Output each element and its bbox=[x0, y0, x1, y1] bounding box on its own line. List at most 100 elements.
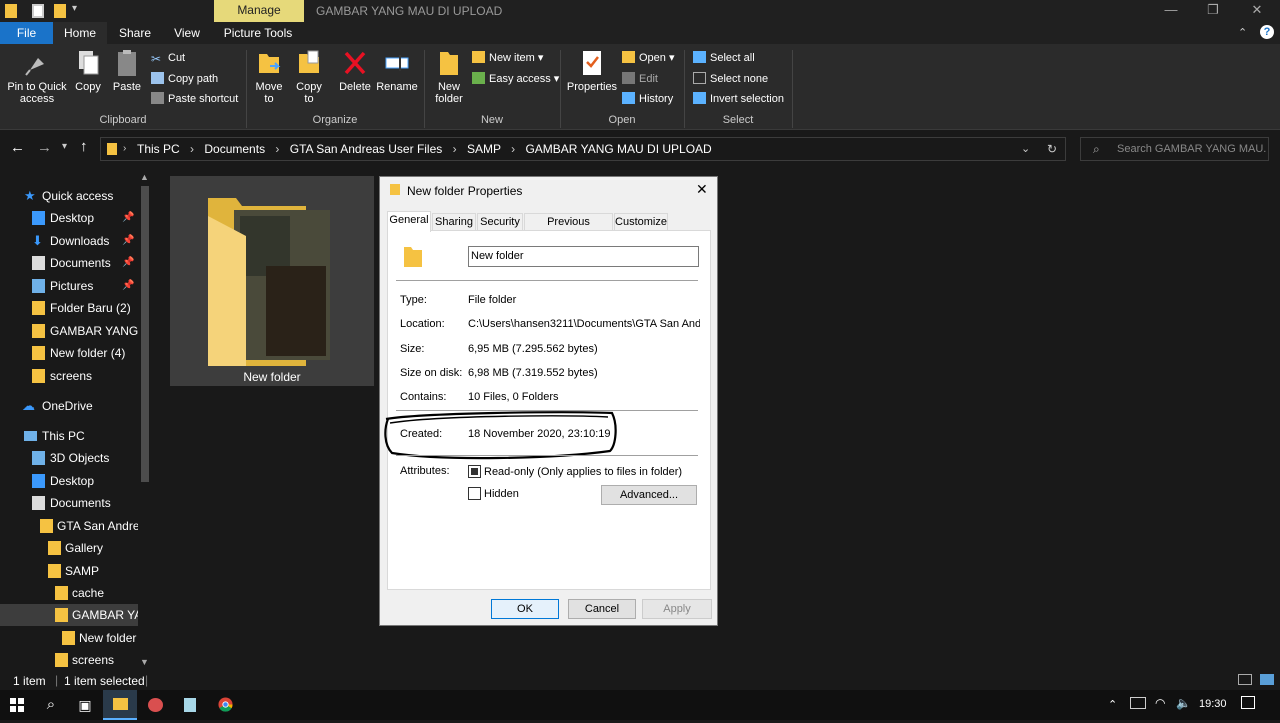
new-folder-button[interactable]: New folder bbox=[430, 48, 468, 105]
nav-item-folder[interactable]: New folder bbox=[0, 627, 138, 649]
nav-item-folder[interactable]: cache bbox=[0, 582, 138, 604]
nav-item-downloads[interactable]: ⬇ Downloads 📌 bbox=[0, 230, 138, 252]
rename-button[interactable]: Rename bbox=[376, 48, 418, 93]
nav-item-documents[interactable]: Documents 📌 bbox=[0, 252, 138, 274]
back-arrow-icon[interactable]: ← bbox=[10, 139, 25, 156]
breadcrumb-item[interactable]: This PC bbox=[137, 142, 180, 156]
breadcrumb-item[interactable]: SAMP bbox=[467, 142, 501, 156]
copy-path-button[interactable]: Copy path bbox=[151, 70, 218, 88]
chevron-down-icon[interactable]: ⌄ bbox=[1021, 142, 1030, 155]
network-icon[interactable]: ◠ bbox=[1155, 696, 1165, 710]
clock-time[interactable]: 19:30 bbox=[1199, 698, 1227, 710]
task-view-icon[interactable]: ▣ bbox=[68, 690, 102, 720]
maximize-button[interactable]: ❐ bbox=[1190, 0, 1236, 22]
notes-taskbar-button[interactable] bbox=[173, 690, 207, 720]
properties-button[interactable]: Properties bbox=[565, 48, 619, 93]
hidden-checkbox[interactable] bbox=[468, 487, 481, 500]
tab-share[interactable]: Share bbox=[110, 22, 160, 44]
paste-button[interactable]: Paste bbox=[110, 48, 144, 93]
show-hidden-icons[interactable]: ⌃ bbox=[1108, 698, 1117, 711]
scroll-down-icon[interactable]: ▼ bbox=[140, 657, 149, 667]
search-box[interactable]: ⌕ Search GAMBAR YANG MAU... bbox=[1080, 137, 1269, 161]
cancel-button[interactable]: Cancel bbox=[568, 599, 636, 619]
select-all-button[interactable]: Select all bbox=[693, 49, 755, 67]
open-button[interactable]: Open ▾ bbox=[622, 49, 675, 67]
nav-item-folder[interactable]: New folder (4) bbox=[0, 342, 138, 364]
nav-item-folder[interactable]: screens bbox=[0, 649, 138, 670]
volume-icon[interactable]: 🔈 bbox=[1176, 696, 1191, 710]
advanced-button[interactable]: Advanced... bbox=[601, 485, 697, 505]
copy-button[interactable]: Copy bbox=[72, 48, 104, 93]
tab-customize[interactable]: Customize bbox=[614, 213, 668, 231]
new-item-button[interactable]: New item ▾ bbox=[472, 49, 543, 67]
breadcrumb-item[interactable]: Documents bbox=[204, 142, 265, 156]
ok-button[interactable]: OK bbox=[491, 599, 559, 619]
nav-item-folder-selected[interactable]: GAMBAR YAI bbox=[0, 604, 138, 626]
collapse-ribbon-icon[interactable]: ⌃ bbox=[1238, 26, 1247, 39]
breadcrumb-item[interactable]: GTA San Andreas User Files bbox=[290, 142, 443, 156]
pin-quick-access-button[interactable]: Pin to Quick access bbox=[3, 48, 71, 105]
nav-item-documents[interactable]: Documents bbox=[0, 492, 138, 514]
customize-toolbar-icon[interactable]: ▾ bbox=[72, 3, 77, 14]
breadcrumb-item[interactable]: GAMBAR YANG MAU DI UPLOAD bbox=[525, 142, 711, 156]
recent-locations-icon[interactable]: ▾ bbox=[62, 141, 67, 152]
chrome-taskbar-button[interactable] bbox=[208, 690, 242, 720]
address-bar[interactable]: › This PC › Documents › GTA San Andreas … bbox=[100, 137, 1066, 161]
nav-item-folder[interactable]: GAMBAR YANG M bbox=[0, 320, 138, 342]
move-to-button[interactable]: Move to bbox=[252, 48, 286, 105]
minimize-button[interactable]: — bbox=[1148, 0, 1194, 22]
tab-file[interactable]: File bbox=[0, 22, 53, 44]
close-icon[interactable]: ✕ bbox=[696, 181, 708, 198]
search-input[interactable]: Search GAMBAR YANG MAU... bbox=[1117, 143, 1267, 155]
help-icon[interactable]: ? bbox=[1260, 25, 1274, 39]
scrollbar-thumb[interactable] bbox=[141, 186, 149, 482]
invert-selection-button[interactable]: Invert selection bbox=[693, 90, 784, 108]
notification-center-icon[interactable] bbox=[1241, 696, 1255, 709]
nav-item-folder[interactable]: GTA San Andrea bbox=[0, 515, 138, 537]
details-view-icon[interactable] bbox=[1238, 674, 1252, 685]
tab-security[interactable]: Security bbox=[477, 213, 523, 231]
tab-previous-versions[interactable]: Previous Versions bbox=[524, 213, 613, 245]
nav-item-folder[interactable]: screens bbox=[0, 365, 138, 387]
scroll-up-icon[interactable]: ▲ bbox=[140, 172, 149, 182]
search-icon[interactable]: ⌕ bbox=[34, 690, 68, 720]
tab-home[interactable]: Home bbox=[53, 22, 107, 44]
history-button[interactable]: History bbox=[622, 90, 673, 108]
copy-to-button[interactable]: Copy to bbox=[292, 48, 326, 105]
nav-item-quick-access[interactable]: ★ Quick access bbox=[0, 185, 138, 207]
nav-item-desktop[interactable]: Desktop bbox=[0, 470, 138, 492]
tab-sharing[interactable]: Sharing bbox=[432, 213, 476, 231]
nav-item-folder[interactable]: Gallery bbox=[0, 537, 138, 559]
properties-icon[interactable] bbox=[32, 4, 44, 18]
file-tile[interactable]: New folder bbox=[170, 176, 374, 386]
nav-item-folder[interactable]: SAMP bbox=[0, 560, 138, 582]
nav-item-folder[interactable]: Folder Baru (2) bbox=[0, 297, 138, 319]
readonly-checkbox[interactable] bbox=[468, 465, 481, 478]
nav-item-3d-objects[interactable]: 3D Objects bbox=[0, 447, 138, 469]
new-folder-icon[interactable] bbox=[54, 4, 66, 18]
easy-access-button[interactable]: Easy access ▾ bbox=[472, 70, 559, 88]
app-taskbar-button[interactable] bbox=[138, 690, 172, 720]
nav-item-desktop[interactable]: Desktop 📌 bbox=[0, 207, 138, 229]
forward-arrow-icon[interactable]: → bbox=[37, 139, 52, 156]
tab-general[interactable]: General bbox=[387, 211, 431, 232]
up-arrow-icon[interactable]: ↑ bbox=[80, 138, 88, 155]
manage-contextual-tab[interactable]: Manage bbox=[214, 0, 304, 22]
refresh-icon[interactable]: ↻ bbox=[1047, 142, 1057, 156]
nav-item-this-pc[interactable]: This PC bbox=[0, 425, 138, 447]
nav-item-pictures[interactable]: Pictures 📌 bbox=[0, 275, 138, 297]
tab-view[interactable]: View bbox=[162, 22, 212, 44]
start-button[interactable] bbox=[0, 690, 34, 720]
close-button[interactable]: ✕ bbox=[1234, 0, 1280, 22]
file-explorer-taskbar-button[interactable] bbox=[103, 690, 137, 720]
tab-picture-tools[interactable]: Picture Tools bbox=[216, 22, 300, 44]
edit-button[interactable]: Edit bbox=[622, 70, 658, 88]
select-none-button[interactable]: Select none bbox=[693, 70, 768, 88]
folder-name-input[interactable]: New folder bbox=[468, 246, 699, 267]
nav-item-onedrive[interactable]: ☁ OneDrive bbox=[0, 395, 138, 417]
apply-button[interactable]: Apply bbox=[642, 599, 712, 619]
large-icons-view-icon[interactable] bbox=[1260, 674, 1274, 685]
delete-button[interactable]: Delete bbox=[337, 48, 373, 93]
paste-shortcut-button[interactable]: Paste shortcut bbox=[151, 90, 238, 108]
battery-icon[interactable] bbox=[1130, 697, 1146, 709]
